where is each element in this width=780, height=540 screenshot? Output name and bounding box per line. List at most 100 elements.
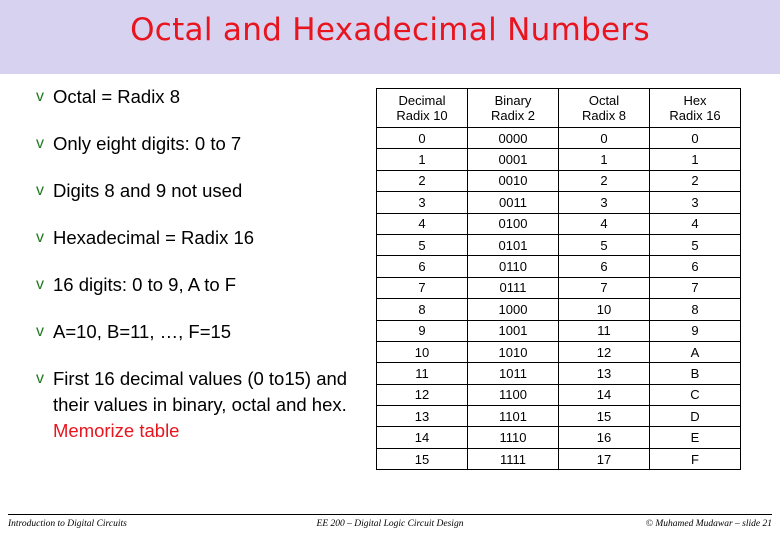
cell-octal: 3 (558, 191, 650, 214)
bullet-marker-icon: v (36, 135, 44, 152)
cell-hex: 7 (649, 276, 741, 300)
table-row: 14 1110 16 E (376, 426, 741, 449)
cell-hex: 5 (649, 233, 741, 257)
cell-binary: 1011 (467, 362, 559, 385)
cell-binary: 1100 (467, 383, 559, 407)
cell-decimal: 0 (376, 126, 468, 150)
cell-decimal: 6 (376, 255, 468, 278)
cell-octal: 2 (558, 169, 650, 193)
cell-octal: 13 (558, 362, 650, 385)
table-row: 7 0111 7 7 (376, 276, 741, 300)
list-item-label: Digits 8 and 9 not used (53, 180, 243, 201)
table-row: 10 1010 12 A (376, 340, 741, 364)
cell-binary: 0000 (467, 126, 559, 150)
cell-octal: 16 (558, 426, 650, 449)
list-item: v Octal = Radix 8 (36, 84, 366, 110)
page-title: Octal and Hexadecimal Numbers (130, 12, 650, 48)
list-item: v Only eight digits: 0 to 7 (36, 131, 366, 157)
bullet-list: v Octal = Radix 8 v Only eight digits: 0… (36, 84, 366, 465)
cell-binary: 1000 (467, 298, 559, 321)
cell-hex: 4 (649, 212, 741, 235)
cell-binary: 0111 (467, 276, 559, 300)
table-row: 6 0110 6 6 (376, 255, 741, 278)
cell-hex: 3 (649, 191, 741, 214)
list-item-label: 16 digits: 0 to 9, A to F (53, 274, 237, 295)
number-systems-table: Decimal Radix 10 Binary Radix 2 Octal Ra… (376, 88, 741, 471)
cell-hex: 9 (649, 319, 741, 342)
cell-decimal: 15 (376, 447, 468, 471)
table-row: 1 0001 1 1 (376, 148, 741, 171)
footer-right-text: © Muhamed Mudawar – slide 21 (645, 519, 772, 529)
cell-binary: 0110 (467, 255, 559, 278)
table-row: 4 0100 4 4 (376, 212, 741, 235)
list-item: v A=10, B=11, …, F=15 (36, 319, 366, 345)
cell-decimal: 7 (376, 276, 468, 300)
cell-octal: 0 (558, 126, 650, 150)
cell-hex: A (649, 340, 741, 364)
table-row: 2 0010 2 2 (376, 169, 741, 193)
bullet-marker-icon: v (36, 323, 44, 340)
table-header-row: Decimal Radix 10 Binary Radix 2 Octal Ra… (376, 88, 741, 128)
table-row: 15 1111 17 F (376, 447, 741, 471)
cell-decimal: 2 (376, 169, 468, 193)
bullet-marker-icon: v (36, 370, 44, 387)
list-item: v 16 digits: 0 to 9, A to F (36, 272, 366, 298)
cell-decimal: 10 (376, 340, 468, 364)
list-item: v Hexadecimal = Radix 16 (36, 225, 366, 251)
bullet-marker-icon: v (36, 276, 44, 293)
bullet-marker-icon: v (36, 229, 44, 246)
list-item: v Digits 8 and 9 not used (36, 178, 366, 204)
cell-hex: 1 (649, 148, 741, 171)
list-item: v First 16 decimal values (0 to15) and t… (36, 366, 366, 444)
cell-hex: 8 (649, 298, 741, 321)
cell-decimal: 11 (376, 362, 468, 385)
column-header-hex: Hex Radix 16 (649, 88, 741, 128)
table-row: 12 1100 14 C (376, 383, 741, 407)
column-header-binary: Binary Radix 2 (467, 88, 559, 128)
cell-binary: 1111 (467, 447, 559, 471)
cell-binary: 1010 (467, 340, 559, 364)
cell-binary: 0101 (467, 233, 559, 257)
cell-decimal: 4 (376, 212, 468, 235)
cell-octal: 14 (558, 383, 650, 407)
column-header-decimal: Decimal Radix 10 (376, 88, 468, 128)
column-header-octal: Octal Radix 8 (558, 88, 650, 128)
table-row: 3 0011 3 3 (376, 191, 741, 214)
cell-binary: 1110 (467, 426, 559, 449)
cell-octal: 1 (558, 148, 650, 171)
cell-hex: D (649, 405, 741, 428)
cell-decimal: 5 (376, 233, 468, 257)
cell-octal: 12 (558, 340, 650, 364)
cell-decimal: 8 (376, 298, 468, 321)
cell-decimal: 9 (376, 319, 468, 342)
cell-hex: E (649, 426, 741, 449)
cell-octal: 15 (558, 405, 650, 428)
cell-binary: 1101 (467, 405, 559, 428)
list-item-label: First 16 decimal values (0 to15) and the… (53, 366, 366, 444)
cell-hex: F (649, 447, 741, 471)
cell-decimal: 12 (376, 383, 468, 407)
cell-hex: C (649, 383, 741, 407)
table-row: 11 1011 13 B (376, 362, 741, 385)
cell-hex: B (649, 362, 741, 385)
list-item-label: A=10, B=11, …, F=15 (53, 321, 232, 342)
cell-binary: 0011 (467, 191, 559, 214)
cell-hex: 2 (649, 169, 741, 193)
list-item-label: Octal = Radix 8 (53, 86, 180, 107)
cell-binary: 0100 (467, 212, 559, 235)
cell-decimal: 1 (376, 148, 468, 171)
cell-octal: 11 (558, 319, 650, 342)
table-row: 13 1101 15 D (376, 405, 741, 428)
slide: Octal and Hexadecimal Numbers v Octal = … (0, 0, 780, 540)
footer-divider (8, 514, 772, 515)
list-item-label: Hexadecimal = Radix 16 (53, 227, 255, 248)
cell-octal: 5 (558, 233, 650, 257)
table-row: 0 0000 0 0 (376, 126, 741, 150)
cell-binary: 1001 (467, 319, 559, 342)
cell-hex: 6 (649, 255, 741, 278)
cell-binary: 0010 (467, 169, 559, 193)
cell-decimal: 14 (376, 426, 468, 449)
cell-hex: 0 (649, 126, 741, 150)
list-item-label: Only eight digits: 0 to 7 (53, 133, 242, 154)
cell-octal: 17 (558, 447, 650, 471)
